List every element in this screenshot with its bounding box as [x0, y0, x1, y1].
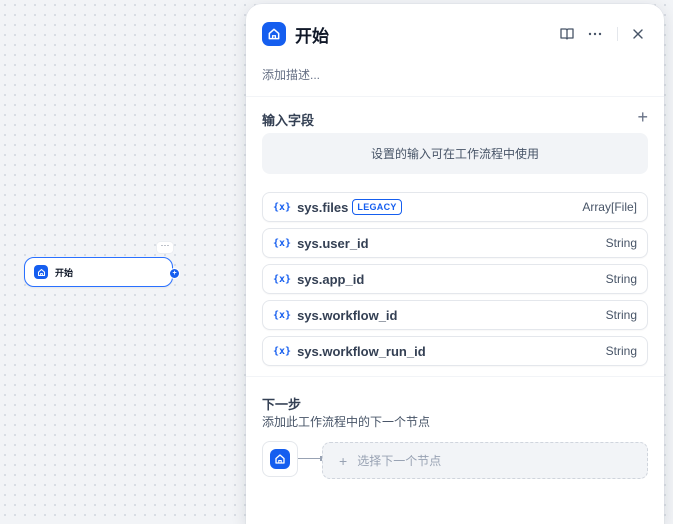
- variable-name: sys.workflow_run_id: [297, 343, 426, 359]
- variable-icon: {x}: [273, 345, 292, 357]
- start-node[interactable]: 开始: [24, 257, 173, 287]
- variable-row: {x} sys.user_id String: [262, 228, 648, 258]
- legacy-badge: LEGACY: [352, 199, 402, 215]
- select-next-node-label: 选择下一个节点: [357, 454, 442, 468]
- book-icon[interactable]: [557, 24, 577, 44]
- start-node-label: 开始: [55, 267, 74, 278]
- variable-row: {x} sys.workflow_run_id String: [262, 336, 648, 366]
- variable-type: String: [605, 308, 637, 322]
- variable-list: {x} sys.files LEGACY Array[File] {x} sys…: [262, 192, 648, 372]
- divider: [246, 376, 664, 377]
- node-config-panel: 开始 添加描述... 输入字段 + 设置的输入可在工作流程中使用 {x} sys…: [246, 4, 664, 524]
- current-node-chip: [262, 441, 298, 477]
- panel-title: 开始: [295, 26, 329, 46]
- node-add-handle[interactable]: +: [169, 268, 180, 279]
- close-icon[interactable]: [628, 24, 648, 44]
- variable-type: String: [605, 344, 637, 358]
- variable-icon: {x}: [273, 237, 292, 249]
- variable-row: {x} sys.files LEGACY Array[File]: [262, 192, 648, 222]
- variable-type: String: [605, 272, 637, 286]
- variable-name: sys.app_id: [297, 271, 365, 287]
- variable-type: String: [605, 236, 637, 250]
- variable-name: sys.user_id: [297, 235, 369, 251]
- input-hint: 设置的输入可在工作流程中使用: [262, 133, 648, 174]
- variable-row: {x} sys.workflow_id String: [262, 300, 648, 330]
- variable-row: {x} sys.app_id String: [262, 264, 648, 294]
- variable-name: sys.files: [297, 199, 349, 215]
- variable-name: sys.workflow_id: [297, 307, 398, 323]
- next-step-description: 添加此工作流程中的下一个节点: [262, 415, 431, 429]
- home-icon: [262, 22, 286, 46]
- plus-icon: +: [339, 452, 348, 469]
- more-icon[interactable]: [585, 24, 605, 44]
- panel-header: 开始: [262, 22, 648, 46]
- node-more-button[interactable]: ···: [157, 241, 173, 253]
- variable-icon: {x}: [273, 201, 292, 213]
- variable-type: Array[File]: [582, 200, 637, 214]
- header-divider: [617, 27, 618, 41]
- home-icon: [270, 449, 290, 469]
- variable-icon: {x}: [273, 273, 292, 285]
- description-input[interactable]: 添加描述...: [262, 66, 320, 83]
- home-icon: [34, 265, 48, 279]
- connector-line: [298, 458, 322, 459]
- variable-icon: {x}: [273, 309, 292, 321]
- input-fields-title: 输入字段: [262, 113, 315, 128]
- add-input-button[interactable]: +: [637, 108, 648, 126]
- divider: [246, 96, 664, 97]
- select-next-node-button[interactable]: + 选择下一个节点: [322, 442, 648, 479]
- next-step-title: 下一步: [262, 397, 302, 412]
